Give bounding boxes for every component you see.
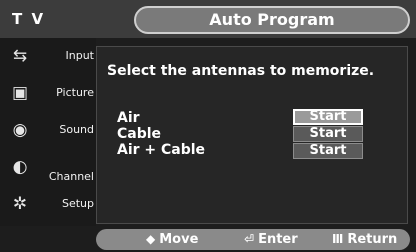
sound-icon: ◉ — [12, 120, 28, 140]
sidebar-item-label: Sound — [59, 123, 94, 136]
sidebar-item-sound[interactable]: ◉ Sound — [0, 112, 96, 149]
setup-icon: ✲ — [12, 194, 28, 214]
return-hint: Ⅲ Return — [332, 229, 397, 250]
start-button-air[interactable]: Start — [293, 109, 363, 125]
move-hint-label: Move — [159, 232, 199, 247]
sidebar-item-label: Channel — [48, 170, 94, 183]
return-icon: Ⅲ — [332, 232, 344, 246]
start-button-cable[interactable]: Start — [293, 126, 363, 142]
return-hint-label: Return — [347, 232, 398, 247]
sidebar-item-setup[interactable]: ✲ Setup — [0, 186, 96, 223]
sidebar: ⇆ Input ▣ Picture ◉ Sound ◐ Channel ✲ Se… — [0, 38, 96, 226]
menu-header: T V Auto Program — [0, 0, 416, 38]
enter-hint: ⏎ Enter — [244, 229, 298, 250]
enter-hint-label: Enter — [258, 232, 298, 247]
sidebar-item-picture[interactable]: ▣ Picture — [0, 75, 96, 112]
channel-icon: ◐ — [12, 157, 28, 177]
sidebar-item-label: Input — [65, 49, 94, 62]
tv-osd-menu: T V Auto Program ⇆ Input ▣ Picture ◉ Sou… — [0, 0, 416, 252]
sidebar-item-label: Setup — [61, 197, 94, 210]
move-arrows-icon: ◆ — [146, 232, 156, 246]
input-icon: ⇆ — [12, 46, 28, 66]
picture-icon: ▣ — [11, 83, 29, 103]
sidebar-item-label: Picture — [56, 86, 94, 99]
move-hint: ◆ Move — [146, 229, 198, 250]
option-label-air-cable: Air + Cable — [117, 142, 206, 158]
sidebar-item-input[interactable]: ⇆ Input — [0, 38, 96, 75]
tv-label: T V — [12, 10, 46, 28]
start-button-air-cable[interactable]: Start — [293, 143, 363, 159]
sidebar-item-channel[interactable]: ◐ Channel — [0, 149, 96, 186]
page-title: Auto Program — [134, 6, 410, 34]
enter-icon: ⏎ — [244, 232, 255, 246]
footer: ◆ Move ⏎ Enter Ⅲ Return — [0, 226, 416, 252]
auto-program-panel: Select the antennas to memorize. Air Sta… — [96, 46, 408, 224]
instruction-text: Select the antennas to memorize. — [107, 63, 375, 79]
